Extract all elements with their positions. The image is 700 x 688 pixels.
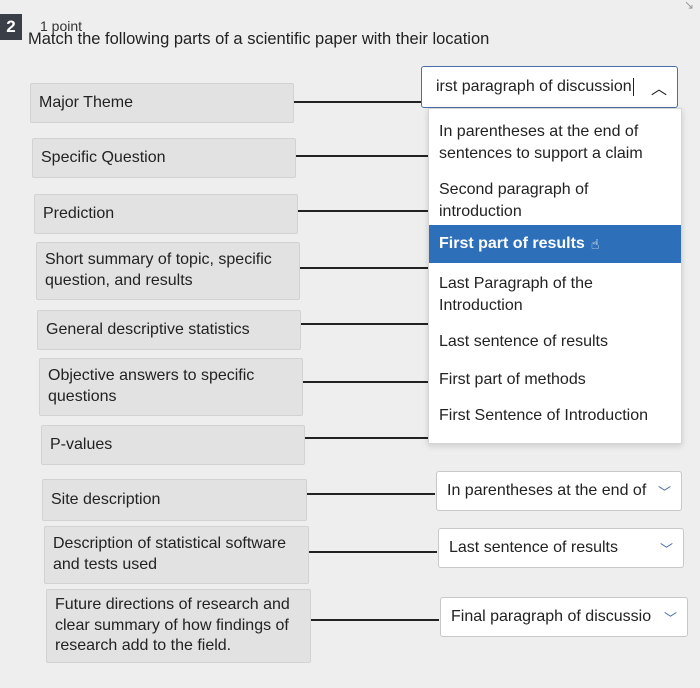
- match-item-label: Major Theme: [39, 93, 133, 111]
- menu-option[interactable]: In parentheses at the end of sentences t…: [429, 121, 681, 164]
- match-item-specific-question: Specific Question: [32, 138, 296, 178]
- match-item-label: Specific Question: [41, 148, 166, 166]
- menu-option[interactable]: Last sentence of results: [429, 331, 681, 353]
- connector-line: [305, 437, 433, 439]
- menu-option[interactable]: First Sentence of Introduction: [429, 405, 681, 427]
- connector-line: [307, 493, 435, 495]
- match-item-p-values: P-values: [41, 425, 305, 465]
- chevron-up-icon[interactable]: ︿: [651, 75, 667, 99]
- connector-line: [296, 155, 430, 157]
- match-item-label: Objective answers to specific questions: [48, 367, 255, 405]
- match-item-future-directions: Future directions of research and clear …: [46, 589, 311, 663]
- connector-line: [311, 619, 439, 621]
- dropdown-value: In parentheses at the end of: [447, 482, 647, 499]
- dropdown-menu: In parentheses at the end of sentences t…: [428, 108, 682, 444]
- cursor-icon: ↘: [683, 0, 694, 12]
- match-dropdown[interactable]: Final paragraph of discussio ﹀: [440, 597, 688, 637]
- menu-option-label: First part of results: [439, 235, 585, 253]
- match-item-objective-answers: Objective answers to specific questions: [39, 358, 303, 416]
- connector-line: [301, 323, 431, 325]
- match-item-statistical-software: Description of statistical software and …: [44, 526, 309, 584]
- match-dropdown[interactable]: In parentheses at the end of ﹀: [436, 471, 682, 511]
- connector-line: [303, 381, 431, 383]
- match-item-prediction: Prediction: [34, 194, 298, 234]
- match-item-label: Future directions of research and clear …: [55, 595, 290, 655]
- match-item-label: Description of statistical software and …: [53, 535, 286, 573]
- menu-option[interactable]: First part of methods: [429, 369, 681, 391]
- chevron-down-icon[interactable]: ﹀: [664, 608, 677, 627]
- question-number-badge: 2: [0, 14, 22, 40]
- connector-line: [300, 267, 430, 269]
- connector-line: [309, 551, 437, 553]
- connector-line: [298, 210, 430, 212]
- dropdown-value: Last sentence of results: [449, 539, 618, 556]
- match-item-major-theme: Major Theme: [30, 83, 294, 123]
- chevron-down-icon[interactable]: ﹀: [658, 482, 671, 501]
- match-item-label: General descriptive statistics: [46, 320, 250, 338]
- menu-option[interactable]: Second paragraph of introduction: [429, 179, 681, 222]
- dropdown-value: irst paragraph of discussion: [436, 77, 634, 96]
- match-item-label: P-values: [50, 435, 113, 453]
- connector-line: [294, 101, 422, 103]
- match-item-site-description: Site description: [42, 479, 307, 521]
- match-item-label: Site description: [51, 490, 161, 508]
- dropdown-value: Final paragraph of discussio: [451, 608, 652, 625]
- menu-option[interactable]: Last Paragraph of the Introduction: [429, 273, 681, 316]
- match-dropdown-open[interactable]: irst paragraph of discussion ︿: [421, 66, 678, 108]
- hand-cursor-icon: ☝: [590, 235, 600, 252]
- match-item-short-summary: Short summary of topic, specific questio…: [36, 242, 300, 300]
- match-dropdown[interactable]: Last sentence of results ﹀: [438, 528, 684, 568]
- chevron-down-icon[interactable]: ﹀: [660, 539, 673, 558]
- match-item-label: Short summary of topic, specific questio…: [45, 251, 272, 289]
- question-prompt: Match the following parts of a scientifi…: [28, 30, 490, 48]
- match-item-general-statistics: General descriptive statistics: [37, 310, 301, 350]
- match-item-label: Prediction: [43, 204, 115, 222]
- menu-option-highlighted[interactable]: First part of results ☝: [429, 225, 681, 263]
